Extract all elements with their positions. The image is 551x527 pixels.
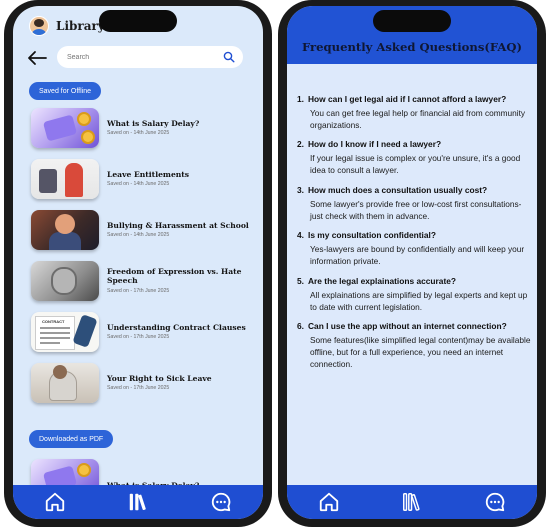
item-saved-date: Saved on - 14th June 2025 <box>107 130 170 137</box>
faq-question: How can I get legal aid if I cannot affo… <box>308 94 507 104</box>
item-title: What is Salary Delay? <box>107 118 200 128</box>
faq-question: Are the legal explainations accurate? <box>308 275 457 286</box>
saved-offline-chip[interactable]: Saved for Offline <box>29 82 102 100</box>
search-bar[interactable] <box>57 46 243 68</box>
list-item[interactable]: Leave Entitlements Saved on - 14th June … <box>31 158 251 200</box>
home-icon[interactable] <box>44 491 66 513</box>
faq-answer: You can get free legal help or financial… <box>310 107 526 130</box>
leave-thumbnail <box>31 159 99 199</box>
faq-screen: Frequently Asked Questions(FAQ) 1. How ca… <box>287 6 537 519</box>
avatar[interactable] <box>29 16 49 36</box>
faq-answer: If your legal issue is complex or you're… <box>310 153 521 176</box>
arrow-left-icon[interactable] <box>27 50 47 66</box>
phone-frame-faq: Frequently Asked Questions(FAQ) 1. How ca… <box>278 0 546 527</box>
faq-answer: Some features(like simplified legal cont… <box>310 335 531 369</box>
item-title: Your Right to Sick Leave <box>107 373 212 383</box>
item-title: Bullying & Harassment at School <box>107 220 249 230</box>
faq-question: How do I know if I need a lawyer? <box>308 139 442 150</box>
faq-number: 5. <box>297 275 304 286</box>
item-saved-date: Saved on - 14th June 2025 <box>107 232 170 239</box>
item-saved-date: Saved on - 14th June 2025 <box>107 181 170 188</box>
item-title: Leave Entitlements <box>107 169 190 179</box>
search-icon[interactable] <box>223 51 235 63</box>
contract-thumbnail: CONTRACT <box>31 312 99 352</box>
faq-answer: Some lawyer's provide free or low-cost f… <box>310 198 522 221</box>
list-item[interactable]: What is Salary Delay? Saved on - 14th Ju… <box>31 107 251 149</box>
faq-number: 6. <box>297 321 304 332</box>
faq-number: 3. <box>297 184 304 195</box>
downloaded-pdf-chip[interactable]: Downloaded as PDF <box>29 430 114 448</box>
page-title: Frequently Asked Questions(FAQ) <box>302 40 522 54</box>
item-title: Understanding Contract Clauses <box>107 322 246 332</box>
home-icon[interactable] <box>318 491 340 513</box>
faq-question: How much does a consultation usually cos… <box>308 184 488 195</box>
library-icon[interactable] <box>127 491 149 513</box>
chat-icon[interactable] <box>484 491 506 513</box>
salary-thumbnail <box>31 108 99 148</box>
faq-question: Is my consultation confidential? <box>308 230 436 241</box>
faq-item: 4. Is my consultation confidential? Yes-l… <box>297 230 533 267</box>
faq-question: Can I use the app without an internet co… <box>308 321 507 332</box>
library-header: Library <box>29 14 105 38</box>
item-saved-date: Saved on - 17th June 2025 <box>107 385 170 392</box>
item-saved-date: Saved on - 17th June 2025 <box>107 334 170 341</box>
faq-list: 1. How can I get legal aid if I cannot af… <box>297 94 533 379</box>
faq-item: 3. How much does a consultation usually c… <box>297 185 533 222</box>
faq-item: 2. How do I know if I need a lawyer? If y… <box>297 139 533 176</box>
faq-number: 4. <box>297 230 304 241</box>
camera-notch <box>373 10 451 32</box>
faq-number: 1. <box>297 94 304 104</box>
faq-answer: Yes-lawyers are bound by confidentially … <box>310 244 525 267</box>
chat-icon[interactable] <box>210 491 232 513</box>
contract-label: CONTRACT <box>42 319 65 324</box>
page-title: Library <box>56 19 105 33</box>
faq-number: 2. <box>297 139 304 150</box>
bottom-tab-bar <box>287 485 537 519</box>
faq-content: 1. How can I get legal aid if I cannot af… <box>287 64 537 485</box>
library-icon[interactable] <box>401 491 423 513</box>
search-input[interactable] <box>67 53 207 61</box>
library-screen: Library Saved for Offline What is Salary… <box>13 6 263 519</box>
list-item[interactable]: Bullying & Harassment at School Saved on… <box>31 209 251 251</box>
freedom-thumbnail <box>31 261 99 301</box>
item-saved-date: Saved on - 17th June 2025 <box>107 287 170 294</box>
faq-answer: All explainations are simplified by lega… <box>310 289 528 312</box>
camera-notch <box>99 10 177 32</box>
list-item[interactable]: CONTRACT Understanding Contract Clauses … <box>31 311 251 353</box>
bullying-thumbnail <box>31 210 99 250</box>
faq-item: 6. Can I use the app without an internet … <box>297 321 533 370</box>
faq-item: 1. How can I get legal aid if I cannot af… <box>297 94 533 131</box>
faq-item: 5. Are the legal explainations accurate? … <box>297 276 533 313</box>
list-item[interactable]: Freedom of Expression vs. Hate Speech Sa… <box>31 260 251 302</box>
bottom-tab-bar <box>13 485 263 519</box>
phone-frame-library: Library Saved for Offline What is Salary… <box>4 0 272 527</box>
sick-leave-thumbnail <box>31 363 99 403</box>
list-item[interactable]: Your Right to Sick Leave Saved on - 17th… <box>31 362 251 404</box>
item-title: Freedom of Expression vs. Hate Speech <box>107 267 242 285</box>
